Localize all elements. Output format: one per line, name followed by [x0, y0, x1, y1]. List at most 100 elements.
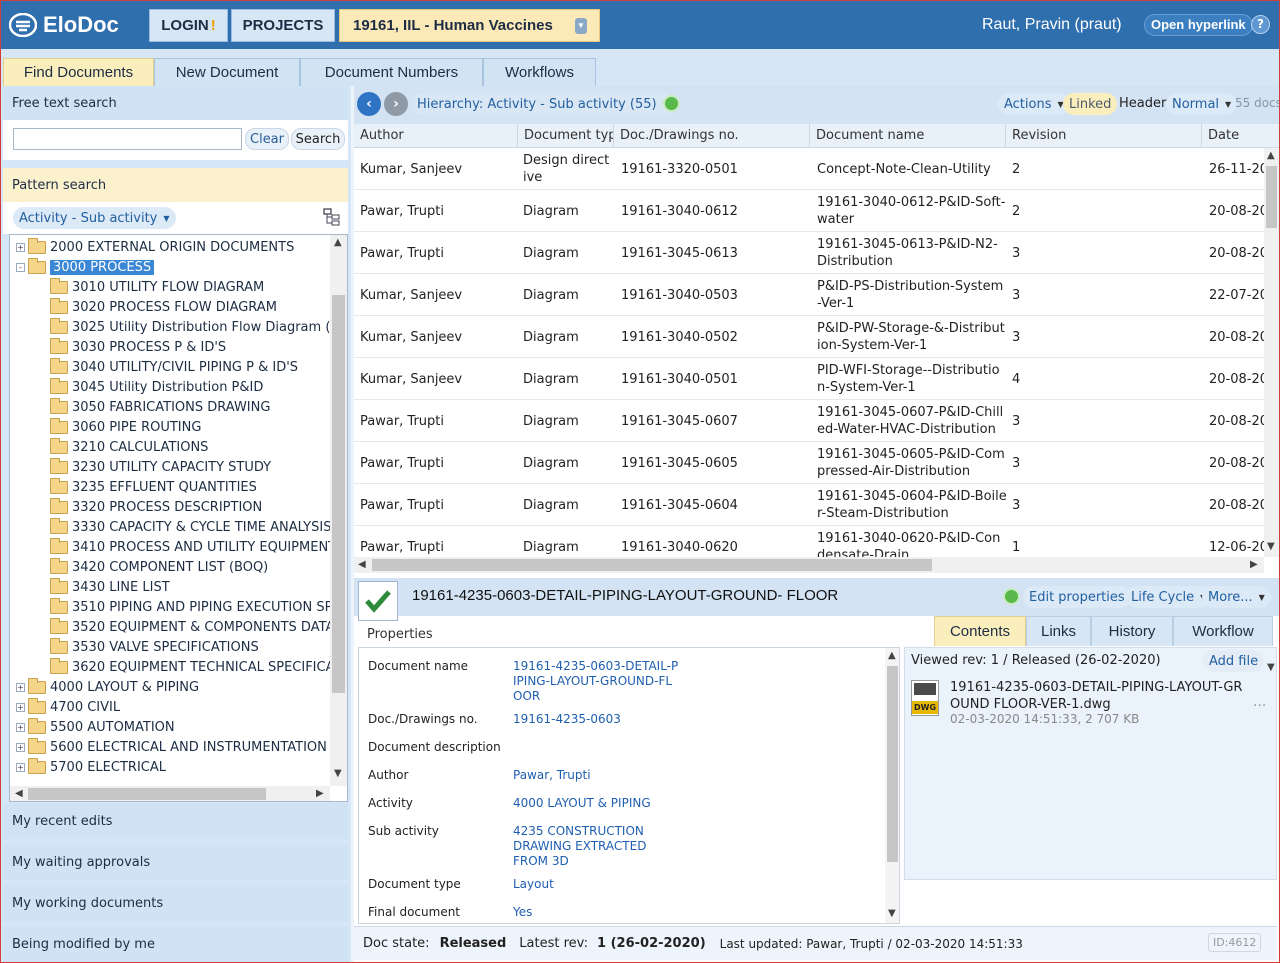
prop-document-name[interactable]: 19161-4235-0603-DETAIL-PIPING-LAYOUT-GRO…	[513, 659, 679, 704]
my-recent-edits[interactable]: My recent edits	[3, 803, 348, 839]
table-hscroll-thumb[interactable]	[372, 559, 932, 571]
tree-node[interactable]: 3230 UTILITY CAPACITY STUDY	[50, 457, 271, 477]
file-name[interactable]: 19161-4235-0603-DETAIL-PIPING-LAYOUT-GRO…	[950, 679, 1250, 713]
scroll-left-icon[interactable]: ◀	[358, 559, 366, 570]
table-row[interactable]: Pawar, Trupti Diagram 19161-3045-0605 19161…	[354, 442, 1264, 484]
tab-find-documents[interactable]: Find Documents	[3, 58, 154, 86]
tree-node[interactable]: 3030 PROCESS P & ID'S	[50, 337, 226, 357]
table-row[interactable]: Kumar, Sanjeev Diagram 19161-3040-0502 P&ID…	[354, 316, 1264, 358]
table-row[interactable]: Kumar, Sanjeev Diagram 19161-3040-0501 PID-…	[354, 358, 1264, 400]
table-row[interactable]: Kumar, Sanjeev Design directive 19161-3320…	[354, 148, 1264, 190]
col-author[interactable]: Author	[354, 124, 518, 148]
hierarchy-select[interactable]: Hierarchy: Activity - Sub activity (55)▼	[411, 93, 675, 115]
prop-doc-no[interactable]: 19161-4235-0603	[513, 712, 621, 727]
tree-node[interactable]: +5500 AUTOMATION	[16, 717, 175, 737]
scroll-down-icon[interactable]: ▼	[1267, 662, 1275, 673]
tab-document-numbers[interactable]: Document Numbers	[300, 58, 483, 86]
scroll-right-icon[interactable]: ▶	[316, 788, 324, 799]
tree-horizontal-scrollbar[interactable]: ◀ ▶	[10, 786, 330, 801]
header-select[interactable]: Normal ▼	[1166, 93, 1238, 115]
tree-node[interactable]: 3320 PROCESS DESCRIPTION	[50, 497, 262, 517]
scroll-left-icon[interactable]: ◀	[15, 788, 23, 799]
free-text-search-input[interactable]	[13, 128, 242, 150]
open-hyperlink-button[interactable]: Open hyperlink	[1144, 14, 1253, 36]
tab-contents[interactable]: Contents	[934, 616, 1026, 646]
linked-toggle[interactable]: Linked	[1063, 93, 1118, 115]
expand-icon[interactable]: +	[16, 762, 25, 772]
tree-node[interactable]: 3010 UTILITY FLOW DIAGRAM	[50, 277, 264, 297]
col-document-name[interactable]: Document name	[810, 124, 1006, 148]
table-row[interactable]: Pawar, Trupti Diagram 19161-3045-0607 19161…	[354, 400, 1264, 442]
tree-node[interactable]: +4700 CIVIL	[16, 697, 120, 717]
edit-properties-button[interactable]: Edit properties	[1023, 586, 1131, 608]
tree-hscroll-thumb[interactable]	[28, 788, 266, 800]
col-document-type[interactable]: Document type	[518, 124, 614, 148]
table-row[interactable]: Pawar, Trupti Diagram 19161-3040-0620 19161…	[354, 526, 1264, 557]
col-doc-number[interactable]: Doc./Drawings no.	[614, 124, 810, 148]
actions-menu[interactable]: Actions ▼	[998, 93, 1070, 115]
tree-node[interactable]: +4000 LAYOUT & PIPING	[16, 677, 199, 697]
refresh-icon[interactable]	[1003, 588, 1020, 605]
table-scroll-thumb[interactable]	[1266, 166, 1277, 228]
expand-icon[interactable]: +	[16, 702, 25, 712]
expand-icon[interactable]: +	[16, 722, 25, 732]
prop-author[interactable]: Pawar, Trupti	[513, 768, 591, 783]
tree-node[interactable]: +2000 EXTERNAL ORIGIN DOCUMENTS	[16, 237, 294, 257]
tree-node[interactable]: 3510 PIPING AND PIPING EXECUTION SPECII	[50, 597, 347, 617]
app-logo[interactable]: EloDoc	[9, 11, 119, 39]
tree-node[interactable]: 3045 Utility Distribution P&ID	[50, 377, 263, 397]
table-row[interactable]: Pawar, Trupti Diagram 19161-3045-0613 19161…	[354, 232, 1264, 274]
tree-node[interactable]: +5700 ELECTRICAL	[16, 757, 166, 777]
tree-node[interactable]: 3410 PROCESS AND UTILITY EQUIPMENT LIS	[50, 537, 347, 557]
life-cycle-menu[interactable]: Life Cycle▼	[1125, 586, 1213, 608]
search-button[interactable]: Search	[291, 128, 345, 150]
tree-node[interactable]: 3040 UTILITY/CIVIL PIPING P & ID'S	[50, 357, 298, 377]
forward-icon[interactable]: ›	[384, 92, 408, 116]
add-file-button[interactable]: Add file	[1203, 650, 1265, 672]
prop-activity[interactable]: 4000 LAYOUT & PIPING	[513, 796, 651, 811]
tree-node[interactable]: 3430 LINE LIST	[50, 577, 170, 597]
properties-scroll-thumb[interactable]	[887, 666, 898, 862]
table-horizontal-scrollbar[interactable]: ◀ ▶	[354, 557, 1264, 573]
scroll-up-icon[interactable]: ▲	[888, 650, 896, 661]
prop-doc-type[interactable]: Layout	[513, 877, 554, 892]
refresh-icon[interactable]	[663, 95, 680, 112]
collapse-icon[interactable]: -	[16, 262, 25, 272]
scroll-right-icon[interactable]: ▶	[1250, 559, 1258, 570]
table-row[interactable]: Pawar, Trupti Diagram 19161-3045-0604 19161…	[354, 484, 1264, 526]
tree-node[interactable]: 3520 EQUIPMENT & COMPONENTS DATA S	[50, 617, 347, 637]
properties-scrollbar[interactable]: ▲ ▼	[885, 648, 899, 923]
my-waiting-approvals[interactable]: My waiting approvals	[3, 844, 348, 880]
expand-icon[interactable]: +	[16, 682, 25, 692]
help-icon[interactable]: ?	[1251, 15, 1270, 34]
expand-icon[interactable]: +	[16, 742, 25, 752]
pattern-select[interactable]: Activity - Sub activity ▼	[13, 207, 176, 229]
tree-view-icon[interactable]	[323, 208, 341, 226]
table-vertical-scrollbar[interactable]: ▲ ▼	[1264, 148, 1279, 557]
table-row[interactable]: Kumar, Sanjeev Diagram 19161-3040-0503 P&ID…	[354, 274, 1264, 316]
scroll-down-icon[interactable]: ▼	[334, 768, 342, 779]
tree-node[interactable]: 3020 PROCESS FLOW DIAGRAM	[50, 297, 277, 317]
tree-node[interactable]: 3530 VALVE SPECIFICATIONS	[50, 637, 259, 657]
col-revision[interactable]: Revision	[1006, 124, 1202, 148]
scroll-up-icon[interactable]: ▲	[334, 237, 342, 248]
table-row[interactable]: Pawar, Trupti Diagram 19161-3040-0612 19161…	[354, 190, 1264, 232]
chevron-down-icon[interactable]: ▼	[575, 18, 587, 34]
tree-node[interactable]: 3025 Utility Distribution Flow Diagram (…	[50, 317, 347, 337]
user-name[interactable]: Raut, Pravin (praut)	[982, 16, 1122, 34]
col-date[interactable]: Date	[1202, 124, 1279, 148]
tab-new-document[interactable]: New Document	[154, 58, 300, 86]
tree-node[interactable]: 3050 FABRICATIONS DRAWING	[50, 397, 270, 417]
tab-workflows[interactable]: Workflows	[483, 58, 596, 86]
tree-node[interactable]: +5600 ELECTRICAL AND INSTRUMENTATION	[16, 737, 327, 757]
tab-links[interactable]: Links	[1026, 616, 1091, 646]
tree-scroll-thumb[interactable]	[332, 295, 345, 693]
tree-node[interactable]: - 3000 PROCESS	[16, 257, 155, 277]
projects-button[interactable]: PROJECTS	[231, 9, 335, 42]
prop-sub-activity[interactable]: 4235 CONSTRUCTION DRAWING EXTRACTED FROM…	[513, 824, 663, 869]
tree-node[interactable]: 3620 EQUIPMENT TECHNICAL SPECIFICATIO	[50, 657, 347, 677]
tree-node[interactable]: 3210 CALCULATIONS	[50, 437, 208, 457]
being-modified-by-me[interactable]: Being modified by me	[3, 926, 348, 962]
login-button[interactable]: LOGIN!	[149, 9, 228, 42]
more-menu[interactable]: More... ▼	[1202, 586, 1271, 608]
